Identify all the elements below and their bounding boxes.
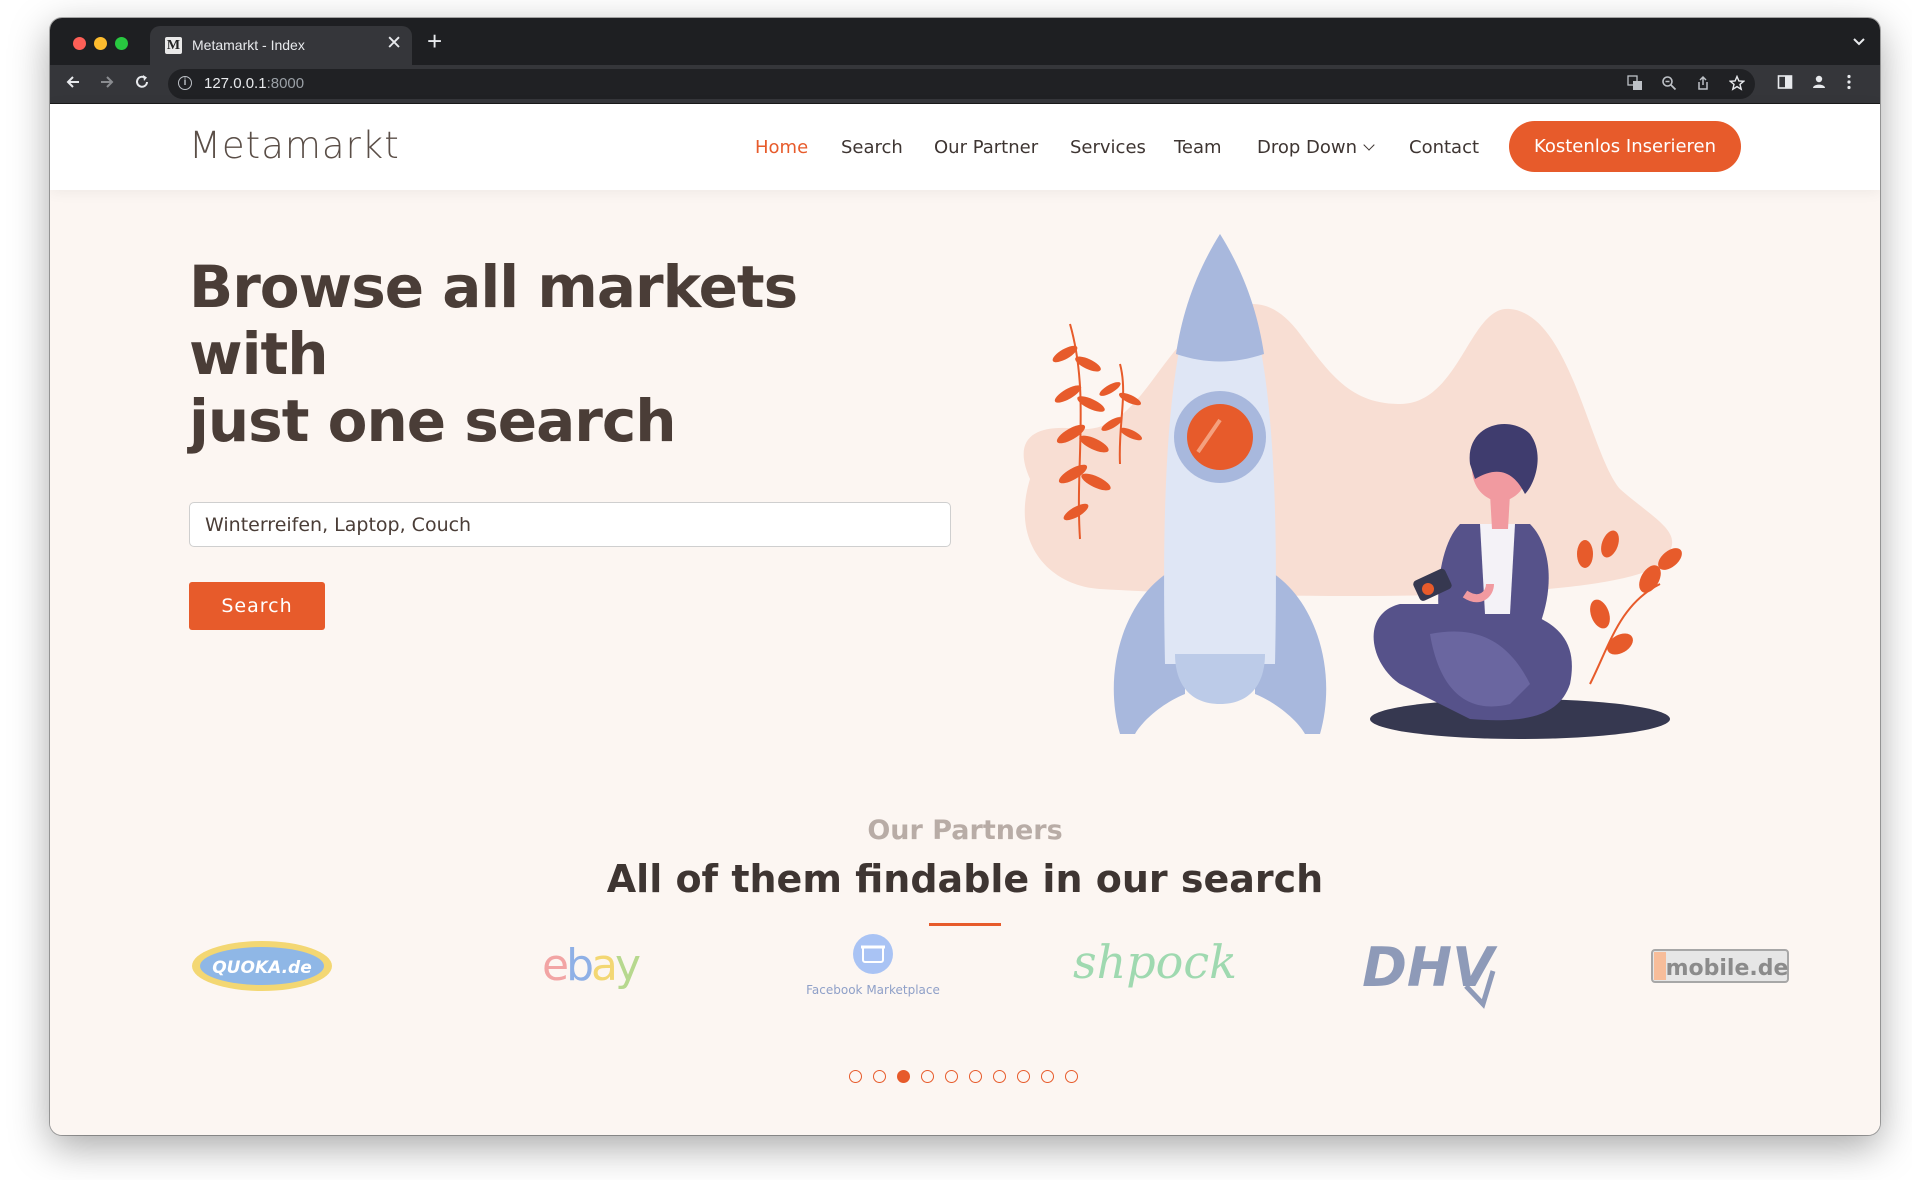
partner-logo-ebay[interactable]: ebay	[490, 916, 670, 1016]
partner-logo-dhv[interactable]: DHV	[1348, 916, 1528, 1016]
nav-home[interactable]: Home	[755, 137, 808, 158]
maximize-window-button[interactable]	[115, 37, 128, 50]
partner-logo-dhv-text: DHV	[1362, 936, 1498, 999]
tab-title: Metamarkt - Index	[192, 37, 305, 53]
carousel-dot[interactable]	[1065, 1070, 1078, 1083]
nav-drop-down[interactable]: Drop Down	[1257, 137, 1375, 158]
partner-logo-mobile-de-text: mobile.de	[1666, 956, 1789, 981]
share-icon[interactable]	[1695, 75, 1711, 95]
nav-search[interactable]: Search	[841, 137, 903, 158]
partner-logo-facebook-marketplace-text: Facebook Marketplace	[806, 983, 940, 997]
hero-title-line-1: Browse all markets with	[189, 253, 798, 388]
hero-title-line-2: just one search	[189, 387, 677, 455]
reload-icon[interactable]	[133, 73, 151, 96]
profile-icon[interactable]	[1811, 74, 1827, 95]
close-window-button[interactable]	[73, 37, 86, 50]
partner-logo-quoka[interactable]: QUOKA.de	[187, 916, 367, 1016]
search-button[interactable]: Search	[189, 582, 325, 630]
svg-text:ebay: ebay	[542, 940, 640, 991]
nav-our-partner[interactable]: Our Partner	[934, 137, 1038, 158]
partner-logo-mobile-de[interactable]: mobile.de	[1630, 916, 1810, 1016]
partner-logo-quoka-text: QUOKA.de	[212, 958, 312, 978]
browser-window: M Metamarkt - Index ✕ + i 127.0.0.1:8000	[50, 18, 1880, 1135]
carousel-dot[interactable]	[993, 1070, 1006, 1083]
nav-team[interactable]: Team	[1174, 137, 1222, 158]
partners-kicker: Our Partners	[867, 815, 1063, 846]
nav-contact[interactable]: Contact	[1409, 137, 1479, 158]
carousel-dot[interactable]	[849, 1070, 862, 1083]
chevron-down-icon	[1363, 139, 1375, 151]
side-panel-icon[interactable]	[1777, 74, 1793, 95]
carousel-dot[interactable]	[945, 1070, 958, 1083]
browser-tab[interactable]: M Metamarkt - Index ✕	[150, 26, 412, 65]
tab-strip: M Metamarkt - Index ✕ +	[50, 18, 1880, 65]
nav-drop-down-label: Drop Down	[1257, 137, 1358, 158]
carousel-dot[interactable]	[1017, 1070, 1030, 1083]
favicon-icon: M	[165, 37, 182, 54]
carousel-dot[interactable]	[1041, 1070, 1054, 1083]
hero-title: Browse all markets with just one search	[189, 254, 909, 455]
tab-search-chevron-icon[interactable]	[1852, 34, 1866, 52]
forward-arrow-icon[interactable]	[98, 73, 116, 96]
more-menu-icon[interactable]	[1846, 74, 1852, 95]
cta-button[interactable]: Kostenlos Inserieren	[1509, 121, 1741, 172]
carousel-dot[interactable]	[873, 1070, 886, 1083]
partners-title: All of them findable in our search	[606, 857, 1324, 901]
brand-logo[interactable]: Metamarkt	[189, 124, 400, 167]
browser-toolbar: i 127.0.0.1:8000	[50, 65, 1880, 104]
carousel-dot[interactable]	[921, 1070, 934, 1083]
zoom-icon[interactable]	[1661, 75, 1677, 95]
tab-close-icon[interactable]: ✕	[386, 33, 402, 55]
partner-logo-shpock[interactable]: shpock	[1065, 916, 1245, 1016]
search-input[interactable]	[189, 502, 951, 547]
site-info-icon[interactable]: i	[178, 76, 192, 90]
nav-services[interactable]: Services	[1070, 137, 1146, 158]
site-header: Metamarkt Home Search Our Partner Servic…	[50, 104, 1880, 190]
carousel-dot[interactable]	[969, 1070, 982, 1083]
bookmark-star-icon[interactable]	[1728, 74, 1746, 95]
new-tab-icon[interactable]: +	[427, 27, 442, 55]
hero-illustration	[1023, 234, 1682, 739]
url-text: 127.0.0.1:8000	[204, 75, 305, 92]
translate-icon[interactable]	[1627, 75, 1643, 95]
carousel-dot-active[interactable]	[897, 1070, 910, 1083]
minimize-window-button[interactable]	[94, 37, 107, 50]
page-viewport: Metamarkt Home Search Our Partner Servic…	[50, 104, 1880, 1135]
partner-logo-facebook-marketplace[interactable]: Facebook Marketplace	[783, 916, 963, 1016]
partner-logo-shpock-text: shpock	[1073, 935, 1237, 989]
back-arrow-icon[interactable]	[64, 73, 82, 96]
address-bar[interactable]: i 127.0.0.1:8000	[168, 69, 1755, 99]
